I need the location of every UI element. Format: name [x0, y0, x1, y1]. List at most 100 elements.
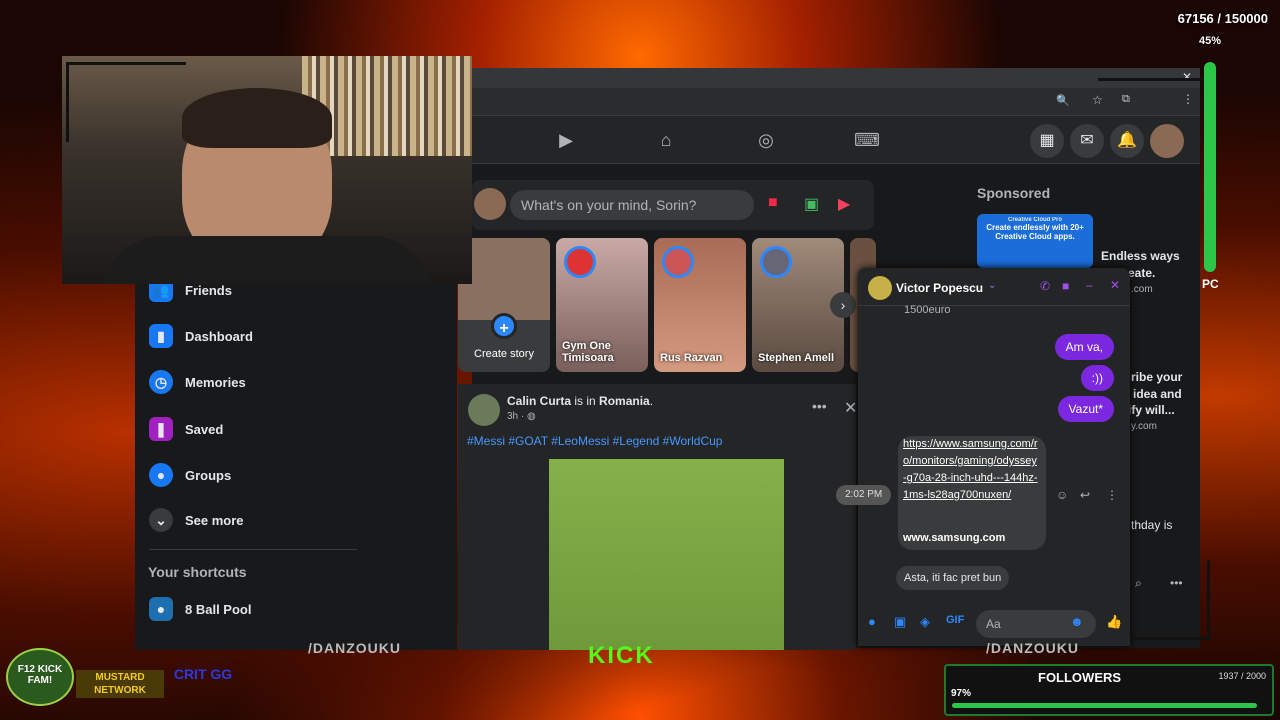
- post-video[interactable]: [549, 459, 784, 650]
- chevron-down-icon[interactable]: ⌄: [988, 280, 996, 291]
- handle-left: /DANZOUKU: [308, 640, 401, 656]
- streamer-shirt: [102, 236, 432, 284]
- sidebar-item-saved[interactable]: ❚ Saved: [149, 411, 223, 447]
- sidebar-divider: [149, 549, 357, 550]
- image-icon[interactable]: ▣: [894, 614, 906, 630]
- message-link[interactable]: https://www.samsung.com/ro/monitors/gami…: [903, 436, 1039, 516]
- post-time[interactable]: 3h: [507, 411, 518, 422]
- saved-icon: ❚: [149, 417, 173, 441]
- streamer-hair: [182, 88, 332, 148]
- video-icon[interactable]: ▶: [554, 128, 578, 152]
- stories-next-button[interactable]: ›: [830, 292, 856, 318]
- chat-avatar[interactable]: [868, 276, 892, 300]
- ad2-line2: idea and: [1133, 387, 1182, 401]
- more-options-icon[interactable]: •••: [812, 398, 827, 414]
- shortcuts-title: Your shortcuts: [148, 564, 247, 580]
- sidebar-item-label: Friends: [185, 282, 232, 298]
- outgoing-message: :)): [1080, 365, 1114, 391]
- f12-kick-fam-logo: F12 KICK FAM!: [6, 648, 74, 706]
- ad-brand: Creative Cloud Pro: [1007, 217, 1062, 223]
- 8-ball-pool-icon: ●: [149, 597, 173, 621]
- side-progress-bar: [1204, 62, 1216, 272]
- composer-avatar[interactable]: [474, 188, 506, 220]
- message-more-icon[interactable]: ⋮: [1106, 488, 1118, 502]
- ad2-line3: ify will...: [1128, 403, 1175, 417]
- microphone-icon[interactable]: ●: [868, 614, 876, 629]
- dashboard-icon: ▮: [149, 324, 173, 348]
- crit-gg-logo: CRIT GG: [173, 666, 233, 682]
- sticker-icon[interactable]: ◈: [920, 614, 930, 630]
- facebook-left-sidebar: 👥 Friends ▮ Dashboard ◷ Memories ❚ Saved…: [135, 278, 457, 650]
- memories-icon: ◷: [149, 370, 173, 394]
- sidebar-item-dashboard[interactable]: ▮ Dashboard: [149, 318, 253, 354]
- story-rus-razvan[interactable]: Rus Razvan: [654, 238, 746, 372]
- post-location[interactable]: Romania: [599, 394, 650, 408]
- chat-contact-name[interactable]: Victor Popescu: [896, 281, 983, 295]
- followers-percent: 97%: [951, 688, 972, 699]
- kick-wordmark: KICK: [588, 642, 655, 669]
- message-timestamp: 2:02 PM: [836, 485, 892, 505]
- close-chat-icon[interactable]: ✕: [1110, 278, 1120, 292]
- stories-row: + Create story Gym One Timisoara Rus Raz…: [458, 238, 876, 374]
- shortcut-label: 8 Ball Pool: [185, 601, 252, 617]
- ad-image[interactable]: Creative Cloud Pro Create endlessly with…: [977, 214, 1093, 268]
- gif-icon[interactable]: GIF: [946, 614, 964, 626]
- close-post-icon[interactable]: ✕: [844, 398, 857, 418]
- frame-corner-bottom-right: [1130, 560, 1210, 640]
- story-name: Stephen Amell: [758, 352, 834, 364]
- reel-icon[interactable]: ▶: [838, 194, 850, 214]
- gaming-icon[interactable]: ⌨: [854, 128, 880, 152]
- story-name: Gym One Timisoara: [562, 340, 614, 364]
- zoom-icon[interactable]: 🔍: [1056, 94, 1070, 107]
- frame-corner-top-right: [1098, 78, 1208, 168]
- sidebar-item-label: Saved: [185, 421, 224, 437]
- groups-nav-icon[interactable]: ◎: [754, 128, 778, 152]
- story-avatar: [564, 246, 596, 278]
- story-avatar: [662, 246, 694, 278]
- sidebar-item-see-more[interactable]: ⌄ See more: [149, 502, 244, 538]
- post-hashtags[interactable]: #Messi #GOAT #LeoMessi #Legend #WorldCup: [467, 434, 722, 448]
- phone-icon[interactable]: ✆: [1040, 279, 1050, 293]
- followers-progress-bar: [952, 703, 1257, 708]
- link-domain[interactable]: www.samsung.com: [903, 532, 1005, 544]
- live-video-icon[interactable]: ■: [768, 194, 778, 212]
- frame-corner-top-left: [66, 62, 186, 142]
- followers-goal-widget: FOLLOWERS 1937 / 2000 97%: [944, 664, 1274, 716]
- birthday-text: thday is: [1131, 518, 1173, 532]
- post-author-avatar[interactable]: [468, 394, 500, 426]
- goal-counter: 67156 / 150000: [1177, 11, 1268, 26]
- link-message-bubble: https://www.samsung.com/ro/monitors/gami…: [898, 436, 1046, 550]
- browser-toolbar: 🔍 ☆ ⧉ ⋮: [472, 88, 1200, 116]
- story-label: Create story: [474, 348, 534, 360]
- sidebar-item-memories[interactable]: ◷ Memories: [149, 364, 246, 400]
- reply-icon[interactable]: ↩: [1080, 488, 1090, 502]
- react-icon[interactable]: ☺: [1056, 488, 1068, 502]
- ad-title[interactable]: Endless ways: [1101, 249, 1180, 263]
- shortcut-8-ball-pool[interactable]: ● 8 Ball Pool: [149, 591, 251, 627]
- previous-message: 1500euro: [904, 304, 951, 316]
- ad-domain: .com: [1131, 284, 1153, 295]
- composer-input[interactable]: What's on your mind, Sorin?: [510, 190, 754, 220]
- story-gym-one[interactable]: Gym One Timisoara: [556, 238, 648, 372]
- groups-icon: ●: [149, 463, 173, 487]
- outgoing-message: Am va,: [1054, 334, 1114, 360]
- globe-icon: ◍: [527, 411, 536, 422]
- post-header: Calin Curta is in Romania.: [507, 394, 654, 408]
- sidebar-item-label: Groups: [185, 467, 232, 483]
- feed-post: Calin Curta is in Romania. 3h · ◍ ••• ✕ …: [458, 384, 857, 650]
- followers-count: 1937 / 2000: [1218, 671, 1266, 681]
- photo-icon[interactable]: ▣: [804, 194, 819, 214]
- emoji-icon[interactable]: ☻: [1070, 614, 1084, 629]
- video-call-icon[interactable]: ■: [1062, 279, 1069, 293]
- marketplace-icon[interactable]: ⌂: [654, 128, 678, 152]
- ad-image-text: Create endlessly with 20+ Creative Cloud…: [986, 223, 1084, 241]
- sidebar-item-groups[interactable]: ● Groups: [149, 457, 231, 493]
- goal-percent: 45%: [1198, 35, 1221, 47]
- sponsored-title: Sponsored: [977, 185, 1051, 201]
- post-author[interactable]: Calin Curta: [507, 394, 571, 408]
- minimize-icon[interactable]: –: [1086, 278, 1093, 292]
- menu-grid-button[interactable]: ▦: [1030, 124, 1064, 158]
- like-icon[interactable]: 👍: [1106, 614, 1122, 630]
- messenger-chat-window: Victor Popescu ⌄ ✆ ■ – ✕ 1500euro Am va,…: [836, 268, 1130, 646]
- sidebar-item-label: See more: [185, 512, 244, 528]
